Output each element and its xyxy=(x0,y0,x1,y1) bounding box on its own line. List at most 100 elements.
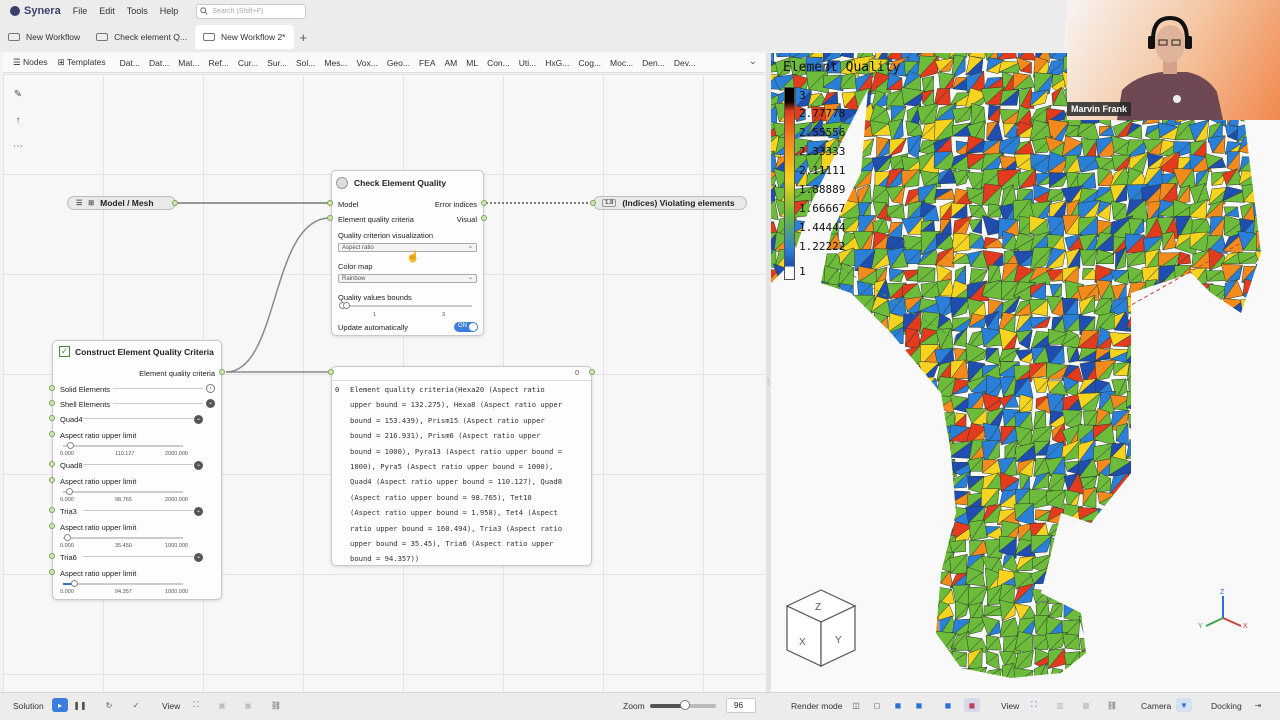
model-mesh-node[interactable]: ☰ ⊞ Model / Mesh xyxy=(67,196,176,210)
collapse-icon[interactable]: ⌄ xyxy=(206,399,215,408)
mesh-element xyxy=(839,685,857,692)
mesh-element xyxy=(771,294,777,319)
collapse-icon[interactable]: ⌄ xyxy=(194,507,203,516)
update-auto-toggle[interactable]: ON xyxy=(454,322,478,332)
quad4-port[interactable] xyxy=(49,415,55,421)
slider-min: 0.000 xyxy=(60,451,74,457)
fit-view-icon[interactable]: ⛶ xyxy=(1026,698,1042,712)
collapse-icon[interactable]: ⌄ xyxy=(194,553,203,562)
aspect-ratio-port[interactable] xyxy=(49,477,55,483)
zoom-input[interactable]: 96 xyxy=(726,698,756,713)
color-map-select[interactable]: Rainbow ⌄ xyxy=(338,274,477,283)
checklist-icon: ✓ xyxy=(59,346,70,357)
mesh-element xyxy=(902,505,924,527)
group-icon[interactable]: ▣ xyxy=(214,698,230,712)
mesh-element xyxy=(1093,520,1117,538)
tria3-port[interactable] xyxy=(49,507,55,513)
construct-criteria-node[interactable]: ✓ Construct Element Quality Criteria Ele… xyxy=(52,340,222,600)
pause-icon[interactable]: ❚❚ xyxy=(72,698,88,712)
solid-elements-label: Solid Elements xyxy=(60,385,111,394)
mesh-element xyxy=(1258,445,1261,463)
mesh-element xyxy=(1254,456,1261,480)
mesh-element xyxy=(869,394,887,409)
mesh-element xyxy=(1092,540,1110,554)
aspect-ratio-port[interactable] xyxy=(49,523,55,529)
check-model-port[interactable] xyxy=(327,200,333,206)
collapse-icon[interactable]: ⌄ xyxy=(194,461,203,470)
mesh-element xyxy=(1156,555,1182,575)
mesh-element xyxy=(771,294,776,319)
mesh-element xyxy=(1146,392,1158,412)
bounds-slider-track[interactable] xyxy=(341,305,472,307)
model-mesh-output-port[interactable] xyxy=(172,200,178,206)
mesh-element xyxy=(916,666,940,678)
link-icon[interactable]: ⛓ xyxy=(1104,698,1120,712)
mesh-element xyxy=(1255,584,1261,607)
violating-elements-node[interactable]: 1.8 (Indices) Violating elements xyxy=(593,196,747,210)
render-shaded-icon[interactable]: ◼ xyxy=(890,698,906,712)
mesh-element xyxy=(771,444,781,462)
aspect-ratio-slider[interactable] xyxy=(63,583,183,585)
mesh-element xyxy=(1172,551,1197,569)
check-errors-port[interactable] xyxy=(481,200,487,206)
aspect-ratio-slider[interactable] xyxy=(63,537,183,539)
quad8-port[interactable] xyxy=(49,461,55,467)
expand-icon[interactable]: › xyxy=(206,384,215,393)
mesh-element xyxy=(1190,522,1206,542)
violating-elements-title: (Indices) Violating elements xyxy=(622,198,735,208)
mesh-element xyxy=(1176,359,1193,378)
mesh-element xyxy=(1270,633,1280,652)
slider-knob[interactable] xyxy=(65,488,73,495)
3d-viewport[interactable]: Element Quality 3 2.77778 2.55556 2.3333… xyxy=(771,53,1280,692)
tria6-port[interactable] xyxy=(49,553,55,559)
mesh-element xyxy=(969,682,989,692)
play-icon[interactable]: ▸ xyxy=(52,698,68,712)
mesh-element xyxy=(1272,408,1280,426)
mesh-element xyxy=(869,589,892,601)
slider-knob[interactable] xyxy=(71,580,79,587)
construct-output-port[interactable] xyxy=(219,369,225,375)
grid-icon[interactable]: ▦ xyxy=(1078,698,1094,712)
mesh-element xyxy=(1255,410,1261,428)
view-cube[interactable]: Z X Y xyxy=(783,588,859,670)
render-wireframe-icon[interactable]: ◫ xyxy=(848,698,864,712)
zoom-slider-knob[interactable] xyxy=(680,700,690,710)
mesh-element xyxy=(824,411,846,425)
check-visual-port[interactable] xyxy=(481,215,487,221)
slider-knob[interactable] xyxy=(64,534,72,541)
violating-input-port[interactable] xyxy=(590,200,596,206)
docking-icon[interactable]: ⇥ xyxy=(1250,698,1266,712)
mesh-element xyxy=(842,503,861,527)
aspect-ratio-port[interactable] xyxy=(49,569,55,575)
fit-view-icon[interactable]: ⛶ xyxy=(188,698,204,712)
render-outline-icon[interactable]: ◻ xyxy=(869,698,885,712)
check-criteria-port[interactable] xyxy=(327,215,333,221)
panel-output-port[interactable] xyxy=(589,369,595,375)
aspect-ratio-slider[interactable] xyxy=(63,445,183,447)
render-solid-icon[interactable]: ◼ xyxy=(940,698,956,712)
mesh-element xyxy=(870,458,890,474)
check-icon[interactable]: ✓ xyxy=(128,698,144,712)
link-icon[interactable]: ⛓ xyxy=(268,698,284,712)
mesh-element xyxy=(1221,470,1238,488)
render-shaded-edges-icon[interactable]: ◼ xyxy=(911,698,927,712)
collapse-icon[interactable]: ⌄ xyxy=(194,415,203,424)
ungroup-icon[interactable]: ▣ xyxy=(240,698,256,712)
shell-elements-port[interactable] xyxy=(49,400,55,406)
mesh-element xyxy=(1110,647,1127,668)
aspect-ratio-port[interactable] xyxy=(49,431,55,437)
refresh-icon[interactable]: ↻ xyxy=(101,698,117,712)
bounds-max-knob[interactable] xyxy=(343,302,350,309)
section-icon[interactable]: ▥ xyxy=(1052,698,1068,712)
solid-elements-port[interactable] xyxy=(49,385,55,391)
mesh-element xyxy=(1109,556,1128,576)
colorbar-label: 1.44444 xyxy=(799,221,846,234)
render-quality-icon[interactable]: ◼ xyxy=(964,698,980,712)
camera-perspective-icon[interactable]: ▼ xyxy=(1176,698,1192,712)
mesh-element xyxy=(920,634,942,652)
slider-knob[interactable] xyxy=(66,442,74,449)
view-cube-top-label: Z xyxy=(815,602,821,613)
check-element-quality-node[interactable]: Check Element Quality Model Error indice… xyxy=(331,170,484,336)
aspect-ratio-slider[interactable] xyxy=(63,491,183,493)
panel-input-port[interactable] xyxy=(328,369,334,375)
